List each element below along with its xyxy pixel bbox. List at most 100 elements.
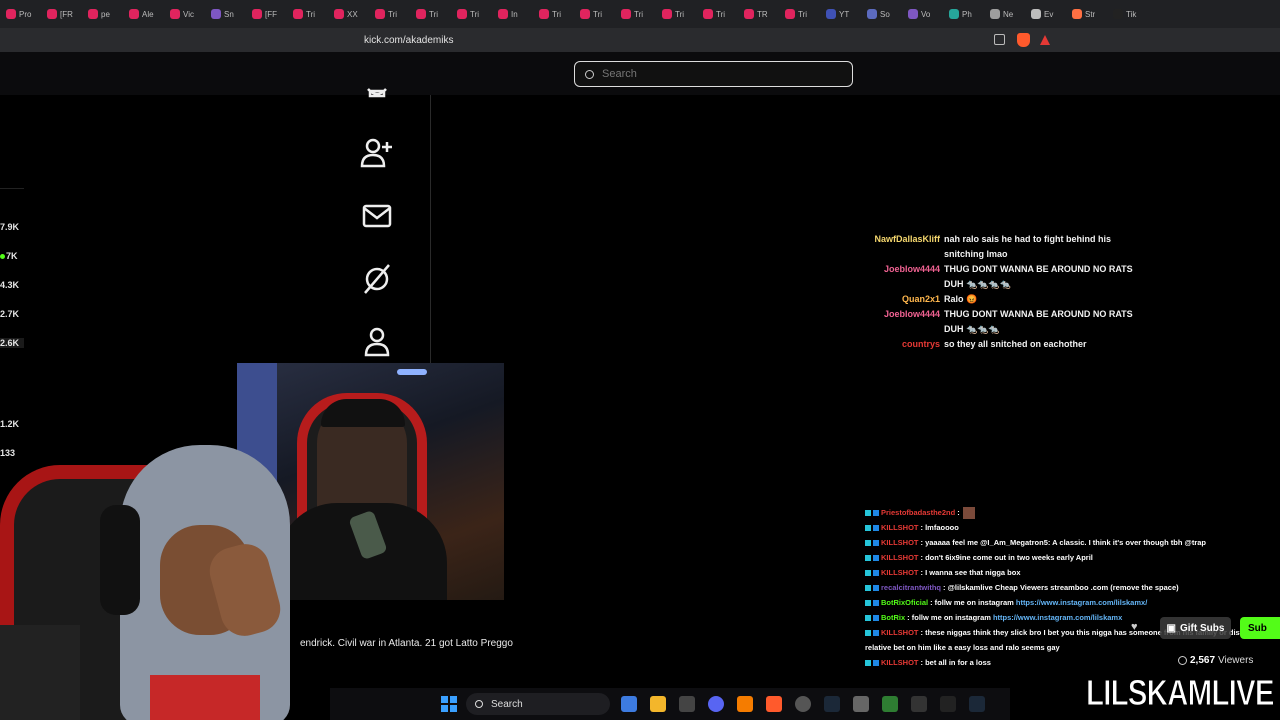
windows-taskbar: Search xyxy=(330,688,1010,720)
search-input[interactable] xyxy=(602,68,832,80)
chat-username[interactable]: Quan2x1 xyxy=(860,292,940,307)
tab-label: Ale xyxy=(142,9,154,19)
browser-tab[interactable]: Tri xyxy=(416,9,453,19)
chat-text: : @lilskamlive Cheap Viewers streamboo .… xyxy=(943,583,1179,592)
tab-favicon-icon xyxy=(252,9,262,19)
tab-favicon-icon xyxy=(416,9,426,19)
browser-tab[interactable]: Ev xyxy=(1031,9,1068,19)
chat-username[interactable]: countrys xyxy=(860,337,940,352)
chat-username[interactable]: Joeblow4444 xyxy=(860,262,940,292)
browser-tab[interactable]: Sn xyxy=(211,9,248,19)
sidebar-channel-viewers[interactable]: 2.6K xyxy=(0,338,24,348)
browser-tab-strip: Pro [FR pe Ale Vic Sn [FF Tri XX Tri Tri Tri In Tri Tr… xyxy=(0,0,1280,28)
browser-tab[interactable]: Vo xyxy=(908,9,945,19)
browser-tab[interactable]: Ne xyxy=(990,9,1027,19)
gift-subs-button[interactable]: ▣ Gift Subs xyxy=(1160,617,1231,639)
tab-favicon-icon xyxy=(703,9,713,19)
chat-username[interactable]: BotRixOficial xyxy=(881,598,928,607)
browser-tab[interactable]: Tri xyxy=(457,9,494,19)
browser-tab[interactable]: Tri xyxy=(580,9,617,19)
chat-message: Joeblow4444 THUG DONT WANNA BE AROUND NO … xyxy=(860,307,1140,337)
watermark: LILSKAMLIVE xyxy=(1086,672,1275,714)
file-explorer-icon[interactable] xyxy=(650,696,666,712)
4k-app-icon[interactable] xyxy=(911,696,927,712)
browser-tab[interactable]: Pro xyxy=(6,9,43,19)
browser-tab[interactable]: In xyxy=(498,9,535,19)
chat-username[interactable]: recalcitrantwithq xyxy=(881,583,941,592)
browser-tab[interactable]: Tri xyxy=(375,9,412,19)
browser-tab[interactable]: Tik xyxy=(1113,9,1150,19)
app-icon[interactable] xyxy=(853,696,869,712)
brave-rewards-icon[interactable] xyxy=(1040,35,1050,45)
chat-username[interactable]: Joeblow4444 xyxy=(860,307,940,337)
tab-favicon-icon xyxy=(662,9,672,19)
sidebar-channel-viewers[interactable]: 7K xyxy=(0,251,24,261)
copilot-icon[interactable] xyxy=(621,696,637,712)
search-box[interactable] xyxy=(574,61,853,87)
steam-window-icon[interactable] xyxy=(969,696,985,712)
block-icon[interactable] xyxy=(360,262,394,296)
browser-tab[interactable]: XX xyxy=(334,9,371,19)
steam-icon[interactable] xyxy=(824,696,840,712)
browser-tab[interactable]: Str xyxy=(1072,9,1109,19)
obs-icon[interactable] xyxy=(795,696,811,712)
taskbar-search[interactable]: Search xyxy=(466,693,610,715)
subscribe-button[interactable]: Sub xyxy=(1240,617,1280,639)
url-text[interactable]: kick.com/akademiks xyxy=(364,35,453,46)
column-divider xyxy=(430,95,431,363)
chat-username[interactable]: KILLSHOT xyxy=(881,658,919,667)
browser-tab[interactable]: Tri xyxy=(662,9,699,19)
chat-link[interactable]: https://www.instagram.com/lilskamx/ xyxy=(1016,598,1147,607)
chat-overlay-top: NawfDallasKliff nah ralo sais he had to f… xyxy=(860,232,1140,352)
share-icon[interactable] xyxy=(994,34,1005,45)
browser-tab[interactable]: [FF xyxy=(252,9,289,19)
address-bar[interactable]: kick.com/akademiks xyxy=(312,30,1058,50)
sidebar-channel-viewers[interactable]: 1.2K xyxy=(0,419,24,429)
sidebar-channel-viewers[interactable]: 4.3K xyxy=(0,280,24,290)
tab-label: Pro xyxy=(19,9,32,19)
capture-app-icon[interactable] xyxy=(940,696,956,712)
chat-badge-icon xyxy=(865,554,871,561)
chat-username[interactable]: Priestofbadasthe2nd xyxy=(881,508,955,517)
tab-label: Str xyxy=(1085,9,1096,19)
store-icon[interactable] xyxy=(679,696,695,712)
browser-tab[interactable]: YT xyxy=(826,9,863,19)
brave-taskbar-icon[interactable] xyxy=(766,696,782,712)
chat-badge-icon xyxy=(865,539,871,546)
follow-user-icon[interactable] xyxy=(360,136,394,170)
chrome-canary-icon[interactable] xyxy=(737,696,753,712)
chat-username[interactable]: BotRix xyxy=(881,613,905,622)
browser-tab[interactable]: Tri xyxy=(539,9,576,19)
browser-tab[interactable]: Ph xyxy=(949,9,986,19)
stream-ticker-text: endrick. Civil war in Atlanta. 21 got La… xyxy=(300,638,513,649)
browser-tab[interactable]: Tri xyxy=(785,9,822,19)
profile-user-icon[interactable] xyxy=(360,325,394,359)
browser-tab[interactable]: TR xyxy=(744,9,781,19)
brave-shields-icon[interactable] xyxy=(1017,33,1030,47)
bell-icon[interactable] xyxy=(360,87,394,105)
chat-username[interactable]: NawfDallasKliff xyxy=(860,232,940,262)
chat-username[interactable]: KILLSHOT xyxy=(881,568,919,577)
tab-label: Tri xyxy=(634,9,644,19)
chat-username[interactable]: KILLSHOT xyxy=(881,553,919,562)
maps-icon[interactable] xyxy=(882,696,898,712)
browser-tab[interactable]: Tri xyxy=(621,9,658,19)
browser-tab[interactable]: Ale xyxy=(129,9,166,19)
browser-tab[interactable]: Vic xyxy=(170,9,207,19)
chat-username[interactable]: KILLSHOT xyxy=(881,538,919,547)
browser-tab[interactable]: Tri xyxy=(293,9,330,19)
mail-icon[interactable] xyxy=(360,199,394,233)
chat-link[interactable]: https://www.instagram.com/lilskamx xyxy=(993,613,1122,622)
browser-tab[interactable]: Tri xyxy=(703,9,740,19)
chat-username[interactable]: KILLSHOT xyxy=(881,628,919,637)
discord-icon[interactable] xyxy=(708,696,724,712)
browser-tab[interactable]: So xyxy=(867,9,904,19)
sidebar-channel-viewers[interactable]: 7.9K xyxy=(0,222,24,232)
browser-tab[interactable]: [FR xyxy=(47,9,84,19)
browser-tab[interactable]: pe xyxy=(88,9,125,19)
windows-start-icon[interactable] xyxy=(441,696,457,712)
sidebar-channel-viewers[interactable]: 2.7K xyxy=(0,309,24,319)
tab-label: In xyxy=(511,9,518,19)
heart-icon[interactable]: ♥ xyxy=(1131,622,1142,633)
chat-username[interactable]: KILLSHOT xyxy=(881,523,919,532)
